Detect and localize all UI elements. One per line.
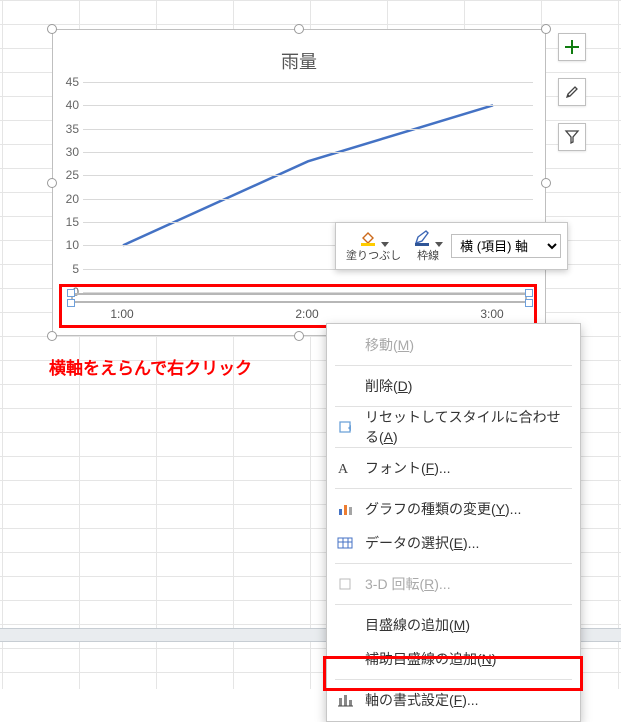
- chart-gridline: [83, 199, 533, 200]
- menu-separator: [335, 679, 572, 680]
- x-axis-selected[interactable]: [71, 293, 527, 303]
- chart-title: 雨量: [53, 48, 545, 74]
- selection-handle[interactable]: [541, 178, 551, 188]
- menu-item-move: 移動(M): [327, 328, 580, 362]
- chart-gridline: [83, 175, 533, 176]
- selection-handle[interactable]: [294, 24, 304, 34]
- x-axis-selection-annotation: [59, 284, 537, 328]
- y-tick-label: 5: [57, 262, 79, 276]
- menu-separator: [335, 604, 572, 605]
- menu-item-label: 軸の書式設定(F)...: [365, 690, 479, 710]
- fill-dropdown[interactable]: 塗りつぶし: [342, 227, 405, 265]
- menu-item-charttype[interactable]: グラフの種類の変更(Y)...: [327, 492, 580, 526]
- menu-item-minorgrid[interactable]: 補助目盛線の追加(N): [327, 642, 580, 676]
- y-tick-label: 40: [57, 98, 79, 112]
- x-tick-label: 2:00: [295, 307, 318, 321]
- menu-item-formataxis[interactable]: 軸の書式設定(F)...: [327, 683, 580, 717]
- menu-item-rot3d: 3-D 回転(R)...: [327, 567, 580, 601]
- y-tick-label: 35: [57, 122, 79, 136]
- context-menu: 移動(M) 削除(D) リセットしてスタイルに合わせる(A) A フォント(F)... グ…: [326, 323, 581, 722]
- y-tick-label: 45: [57, 75, 79, 89]
- chart-filter-button[interactable]: [558, 123, 586, 151]
- chart-gridline: [83, 82, 533, 83]
- chart-styles-button[interactable]: [558, 78, 586, 106]
- paint-bucket-icon: [359, 229, 377, 247]
- chart-gridline: [83, 129, 533, 130]
- selection-handle[interactable]: [47, 331, 57, 341]
- axis-handle[interactable]: [67, 299, 75, 307]
- menu-separator: [335, 447, 572, 448]
- formataxis-icon: [335, 690, 355, 710]
- axis-handle[interactable]: [67, 289, 75, 297]
- move-icon: [335, 335, 355, 355]
- y-tick-label: 25: [57, 168, 79, 182]
- menu-item-reset[interactable]: リセットしてスタイルに合わせる(A): [327, 410, 580, 444]
- minorgrid-icon: [335, 649, 355, 669]
- menu-item-label: データの選択(E)...: [365, 533, 479, 553]
- chart-elements-button[interactable]: [558, 33, 586, 61]
- chart-gridline: [83, 152, 533, 153]
- menu-item-label: フォント(F)...: [365, 458, 451, 478]
- selection-handle[interactable]: [541, 24, 551, 34]
- menu-separator: [335, 488, 572, 489]
- selection-handle[interactable]: [47, 24, 57, 34]
- brush-icon: [564, 84, 580, 100]
- rot3d-icon: [335, 574, 355, 594]
- y-tick-label: 15: [57, 215, 79, 229]
- menu-separator: [335, 563, 572, 564]
- axis-handle[interactable]: [525, 289, 533, 297]
- fill-label: 塗りつぶし: [346, 247, 401, 263]
- x-tick-label: 1:00: [110, 307, 133, 321]
- selection-handle[interactable]: [294, 331, 304, 341]
- selectdata-icon: [335, 533, 355, 553]
- funnel-icon: [564, 129, 580, 145]
- menu-item-font[interactable]: A フォント(F)...: [327, 451, 580, 485]
- menu-item-majorgrid[interactable]: 目盛線の追加(M): [327, 608, 580, 642]
- svg-text:A: A: [338, 462, 349, 476]
- x-tick-label: 3:00: [480, 307, 503, 321]
- font-icon: A: [335, 458, 355, 478]
- charttype-icon: [335, 499, 355, 519]
- chart-element-select[interactable]: 横 (項目) 軸: [451, 234, 561, 258]
- majorgrid-icon: [335, 615, 355, 635]
- y-tick-label: 10: [57, 238, 79, 252]
- plus-icon: [564, 39, 580, 55]
- menu-item-delete[interactable]: 削除(D): [327, 369, 580, 403]
- outline-dropdown[interactable]: 枠線: [409, 227, 447, 265]
- instruction-annotation: 横軸をえらんで右クリック: [49, 354, 252, 379]
- selection-handle[interactable]: [47, 178, 57, 188]
- menu-item-label: 削除(D): [365, 376, 412, 396]
- delete-icon: [335, 376, 355, 396]
- y-tick-label: 30: [57, 145, 79, 159]
- y-tick-label: 20: [57, 192, 79, 206]
- menu-item-label: 補助目盛線の追加(N): [365, 649, 496, 669]
- menu-separator: [335, 365, 572, 366]
- mini-toolbar: 塗りつぶし 枠線 横 (項目) 軸: [335, 222, 568, 270]
- pen-icon: [413, 229, 431, 247]
- menu-item-label: 移動(M): [365, 335, 414, 355]
- menu-item-label: リセットしてスタイルに合わせる(A): [365, 407, 570, 447]
- menu-item-label: グラフの種類の変更(Y)...: [365, 499, 521, 519]
- menu-item-label: 目盛線の追加(M): [365, 615, 470, 635]
- outline-label: 枠線: [417, 247, 439, 263]
- menu-item-label: 3-D 回転(R)...: [365, 574, 451, 594]
- chart-gridline: [83, 105, 533, 106]
- reset-icon: [335, 417, 355, 437]
- axis-handle[interactable]: [525, 299, 533, 307]
- menu-item-selectdata[interactable]: データの選択(E)...: [327, 526, 580, 560]
